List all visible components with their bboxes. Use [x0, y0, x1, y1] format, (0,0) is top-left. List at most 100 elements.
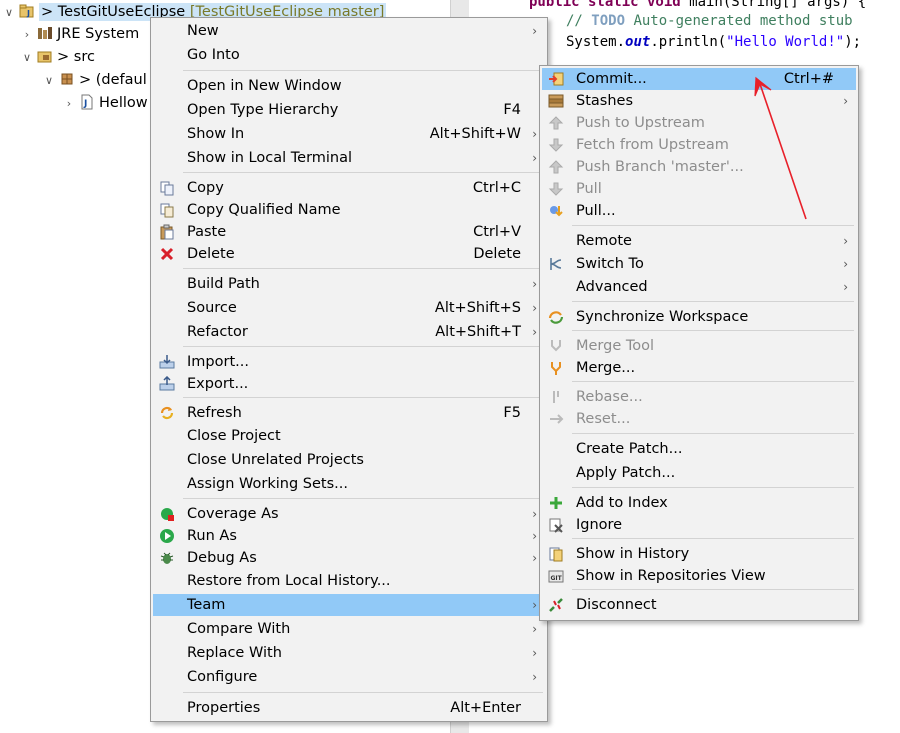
menu-item-label: Replace With: [187, 645, 282, 661]
menu-item-label: Merge...: [576, 360, 636, 376]
menu-item-label: Source: [187, 300, 237, 316]
menu-item-assign-working-sets[interactable]: Assign Working Sets...: [153, 473, 545, 495]
tree-item-src[interactable]: ∨ > src: [20, 46, 95, 68]
menu-item-label: Show in Local Terminal: [187, 150, 353, 166]
refresh-icon: [159, 405, 175, 421]
menu-item-label: Advanced: [576, 279, 648, 295]
chevron-down-icon[interactable]: ∨: [42, 70, 56, 92]
menu-item-build-path[interactable]: Build Path ›: [153, 273, 545, 295]
menu-item-open-type-hierarchy[interactable]: Open Type Hierarchy F4: [153, 99, 545, 121]
menu-item-merge-tool: Merge Tool: [542, 335, 856, 357]
branch-icon: [548, 256, 564, 272]
tree-item-file[interactable]: › J Hellow: [62, 92, 148, 114]
menu-item-label: Push to Upstream: [576, 115, 705, 131]
library-icon: [37, 25, 53, 41]
menu-item-label: Copy: [187, 180, 224, 196]
menu-separator: [183, 346, 543, 347]
menu-item-copy[interactable]: Copy Ctrl+C: [153, 177, 545, 199]
menu-item-copy-qualified-name[interactable]: Copy Qualified Name: [153, 199, 545, 221]
add-icon: [548, 495, 564, 511]
tree-prefix: >: [79, 72, 92, 88]
chevron-right-icon[interactable]: ›: [20, 24, 34, 46]
tree-item-jre[interactable]: › JRE System: [20, 23, 139, 45]
menu-item-show-in-history[interactable]: Show in History: [542, 543, 856, 565]
menu-item-label: Show In: [187, 126, 245, 142]
stash-icon: [548, 93, 564, 109]
menu-item-compare-with[interactable]: Compare With ›: [153, 618, 545, 640]
menu-item-refresh[interactable]: Refresh F5: [153, 402, 545, 424]
menu-item-show-in-local-terminal[interactable]: Show in Local Terminal ›: [153, 147, 545, 169]
menu-item-label: Fetch from Upstream: [576, 137, 729, 153]
menu-item-merge[interactable]: Merge...: [542, 357, 856, 379]
fetch-icon: [548, 181, 564, 197]
menu-item-apply-patch[interactable]: Apply Patch...: [542, 462, 856, 484]
menu-separator: [572, 301, 854, 302]
menu-item-import[interactable]: Import...: [153, 351, 545, 373]
menu-item-stashes[interactable]: Stashes ›: [542, 90, 856, 112]
menu-item-label: Ignore: [576, 517, 623, 533]
menu-item-export[interactable]: Export...: [153, 373, 545, 395]
run-icon: [159, 528, 175, 544]
chevron-right-icon[interactable]: ›: [62, 93, 76, 115]
menu-item-refactor[interactable]: Refactor Alt+Shift+T ›: [153, 321, 545, 343]
svg-text:GIT: GIT: [551, 575, 563, 582]
menu-item-paste[interactable]: Paste Ctrl+V: [153, 221, 545, 243]
menu-item-advanced[interactable]: Advanced ›: [542, 276, 856, 298]
menu-item-ignore[interactable]: Ignore: [542, 514, 856, 536]
menu-item-create-patch[interactable]: Create Patch...: [542, 438, 856, 460]
menu-item-remote[interactable]: Remote ›: [542, 230, 856, 252]
code-field: out: [625, 34, 651, 50]
menu-item-label: Properties: [187, 700, 261, 716]
menu-item-label: Apply Patch...: [576, 465, 676, 481]
svg-text:J: J: [83, 99, 87, 109]
menu-item-label: Close Project: [187, 428, 281, 444]
menu-item-restore-from-local-history[interactable]: Restore from Local History...: [153, 570, 545, 592]
menu-item-delete[interactable]: Delete Delete: [153, 243, 545, 265]
menu-item-label: Paste: [187, 224, 227, 240]
delete-icon: [159, 246, 175, 262]
commit-icon: [548, 71, 564, 87]
menu-item-source[interactable]: Source Alt+Shift+S ›: [153, 297, 545, 319]
menu-item-add-to-index[interactable]: Add to Index: [542, 492, 856, 514]
menu-separator: [183, 70, 543, 71]
menu-item-team[interactable]: Team ›: [153, 594, 545, 616]
menu-separator: [572, 225, 854, 226]
chevron-down-icon[interactable]: ∨: [2, 2, 16, 24]
menu-item-disconnect[interactable]: Disconnect: [542, 594, 856, 616]
menu-item-open-in-new-window[interactable]: Open in New Window: [153, 75, 545, 97]
tree-item-package[interactable]: ∨ > (defaul: [42, 69, 147, 91]
menu-item-properties[interactable]: Properties Alt+Enter: [153, 697, 545, 719]
menu-separator: [572, 381, 854, 382]
menu-item-go-into[interactable]: Go Into: [153, 44, 545, 66]
menu-item-label: Switch To: [576, 256, 644, 272]
submenu-arrow-icon: ›: [532, 670, 537, 684]
submenu-arrow-icon: ›: [532, 507, 537, 521]
chevron-down-icon[interactable]: ∨: [20, 47, 34, 69]
merge-tool-icon: [548, 338, 564, 354]
menu-item-shortcut: Alt+Shift+S: [434, 300, 521, 316]
menu-item-run-as[interactable]: Run As ›: [153, 525, 545, 547]
menu-item-switch-to[interactable]: Switch To ›: [542, 253, 856, 275]
menu-separator: [572, 589, 854, 590]
submenu-arrow-icon: ›: [532, 127, 537, 141]
menu-item-show-in[interactable]: Show In Alt+Shift+W ›: [153, 123, 545, 145]
menu-item-commit[interactable]: Commit... Ctrl+#: [542, 68, 856, 90]
menu-item-close-project[interactable]: Close Project: [153, 425, 545, 447]
menu-item-coverage-as[interactable]: Coverage As ›: [153, 503, 545, 525]
menu-item-configure[interactable]: Configure ›: [153, 666, 545, 688]
tree-prefix: >: [57, 49, 70, 65]
menu-item-new[interactable]: New ›: [153, 20, 545, 42]
submenu-arrow-icon: ›: [532, 301, 537, 315]
menu-item-debug-as[interactable]: Debug As ›: [153, 547, 545, 569]
menu-item-label: Commit...: [576, 71, 647, 87]
menu-item-label: Go Into: [187, 47, 240, 63]
menu-item-close-unrelated-projects[interactable]: Close Unrelated Projects: [153, 449, 545, 471]
menu-item-pull[interactable]: Pull...: [542, 200, 856, 222]
menu-item-shortcut: Ctrl+C: [472, 180, 521, 196]
menu-item-replace-with[interactable]: Replace With ›: [153, 642, 545, 664]
menu-item-label: Create Patch...: [576, 441, 683, 457]
menu-item-show-in-repositories-view[interactable]: GIT Show in Repositories View: [542, 565, 856, 587]
rebase-icon: [548, 389, 564, 405]
menu-item-label: Open Type Hierarchy: [187, 102, 339, 118]
menu-item-synchronize-workspace[interactable]: Synchronize Workspace: [542, 306, 856, 328]
